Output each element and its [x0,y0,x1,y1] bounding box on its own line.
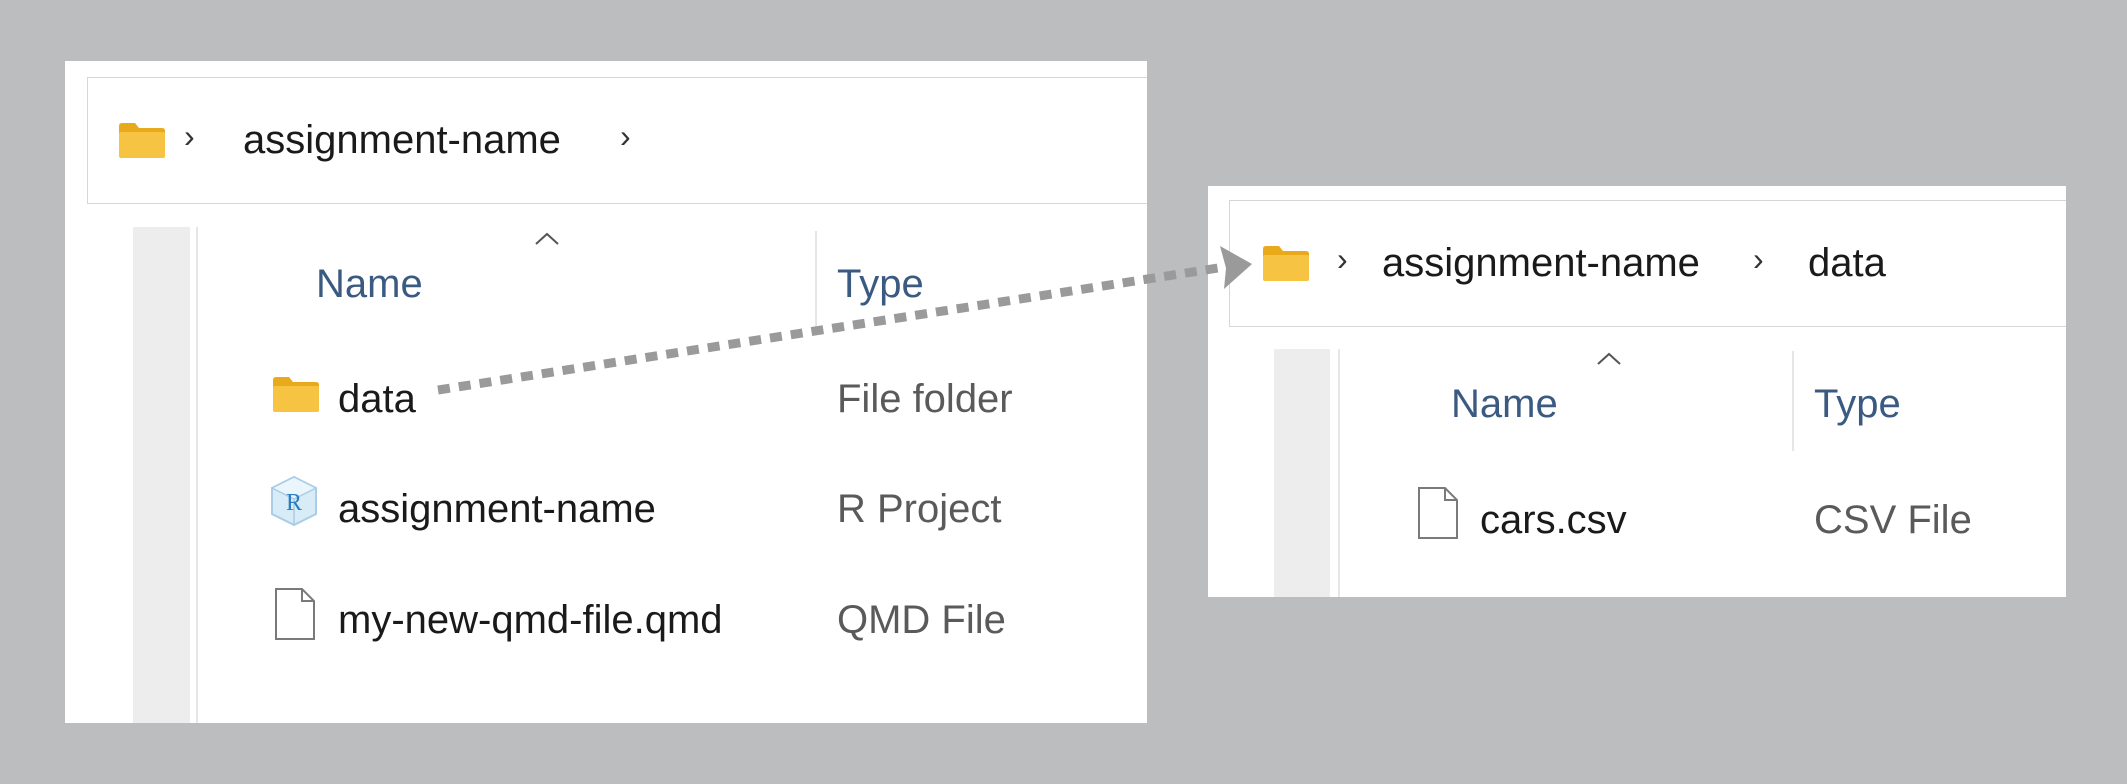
chevron-right-icon[interactable]: › [184,120,198,152]
file-type: QMD File [837,598,1006,642]
file-name: cars.csv [1480,498,1627,542]
chevron-right-icon[interactable]: › [1753,243,1767,275]
folder-icon [1263,246,1309,281]
explorer-window-right: › assignment-name › data Name Type cars.… [1208,186,2066,597]
file-icon [275,588,315,640]
breadcrumb-item[interactable]: assignment-name [1382,241,1700,285]
address-bar[interactable]: › assignment-name › data [1229,200,2066,327]
column-divider[interactable] [815,231,817,331]
pane-divider [1338,349,1340,597]
file-icon [1418,487,1458,539]
svg-text:R: R [286,490,302,516]
file-name: my-new-qmd-file.qmd [338,598,723,642]
folder-icon [273,377,319,412]
column-header-name[interactable]: Name [316,262,423,306]
navigation-pane [1274,349,1330,597]
breadcrumb-item[interactable]: data [1808,241,1886,285]
sort-ascending-icon [535,232,559,245]
chevron-right-icon[interactable]: › [1337,243,1351,275]
column-header-name[interactable]: Name [1451,382,1558,426]
navigation-pane [133,227,190,723]
file-type: CSV File [1814,498,1972,542]
column-header-type[interactable]: Type [1814,382,1901,426]
chevron-right-icon[interactable]: › [620,120,634,152]
r-project-icon: R [270,475,318,527]
file-type: File folder [837,377,1013,421]
sort-ascending-icon [1597,352,1621,365]
breadcrumb-item[interactable]: assignment-name [243,118,561,162]
column-divider[interactable] [1792,351,1794,451]
address-bar[interactable]: › assignment-name › [87,77,1147,204]
file-name: assignment-name [338,487,656,531]
column-header-type[interactable]: Type [837,262,924,306]
file-type: R Project [837,487,1002,531]
pane-divider [196,227,198,723]
explorer-window-left: › assignment-name › Name Type data File … [65,61,1147,723]
folder-icon [119,123,165,158]
file-name: data [338,377,416,421]
